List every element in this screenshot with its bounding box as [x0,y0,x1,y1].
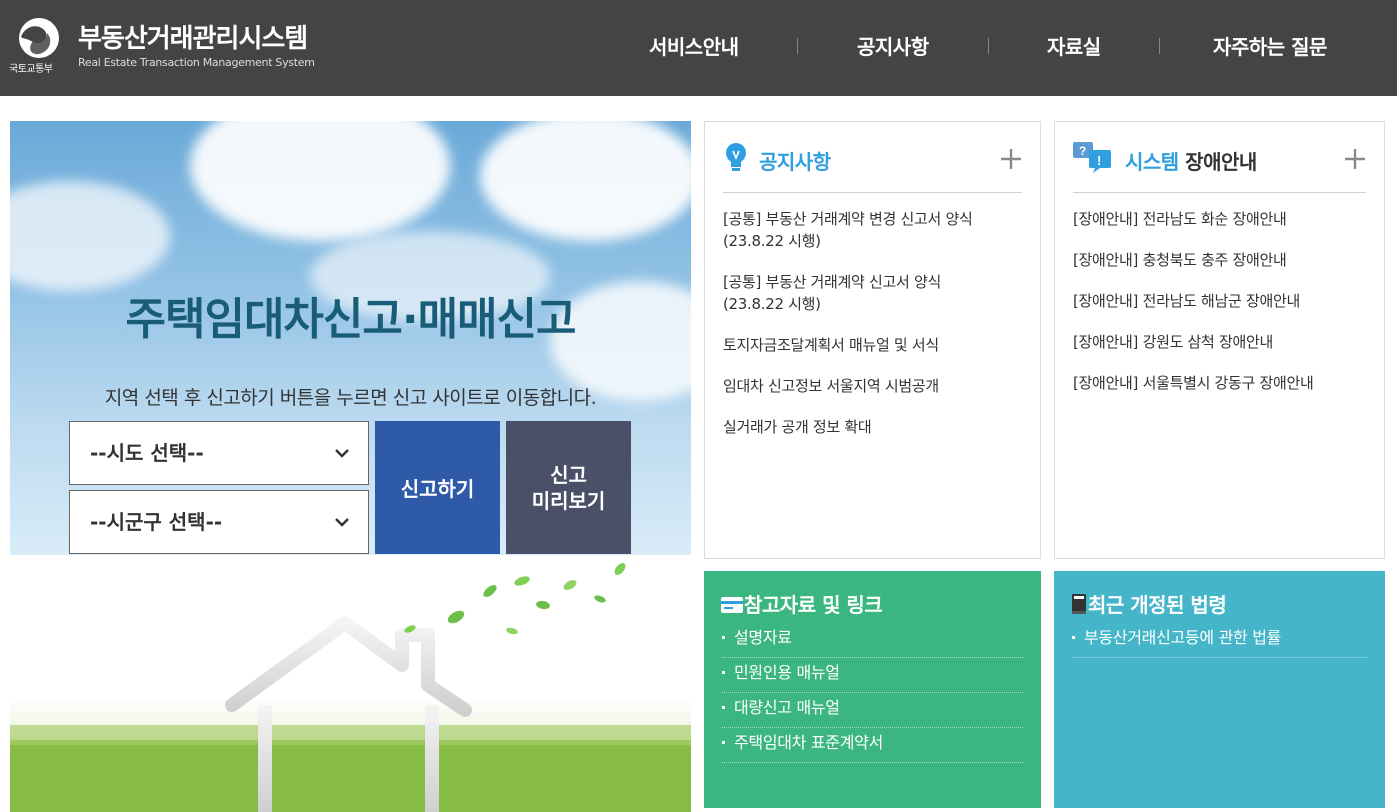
sido-select[interactable]: --시도 선택-- [69,421,369,485]
reference-link[interactable]: 민원인용 매뉴얼 [722,658,1023,693]
ministry-label: 국토교통부 [9,64,53,75]
references-title-text: 참고자료 및 링크 [744,593,883,617]
outage-panel-title[interactable]: 시스템 장애안내 [1125,146,1257,175]
notice-item-date: (23.8.22 시행) [723,232,821,250]
notice-item-text: 토지자금조달계획서 매뉴얼 및 서식 [723,336,939,354]
outage-title-rest: 장애안내 [1185,150,1257,174]
site-subtitle: Real Estate Transaction Management Syste… [78,56,315,69]
outage-panel-header: ? ! 시스템 장애안내 [1073,142,1366,193]
reference-link[interactable]: 주택임대차 표준계약서 [722,728,1023,763]
cloud-decoration [10,181,170,291]
references-list: 설명자료 민원인용 매뉴얼 대량신고 매뉴얼 주택임대차 표준계약서 [722,623,1023,763]
notice-item-text: [공통] 부동산 거래계약 변경 신고서 양식 [723,210,973,228]
notice-panel: 공지사항 [공통] 부동산 거래계약 변경 신고서 양식 (23.8.22 시행… [704,121,1041,559]
outage-panel: ? ! 시스템 장애안내 [장애안내] 전라남도 화순 장애안내 [장애안내] … [1054,121,1385,559]
law-link[interactable]: 부동산거래신고등에 관한 법률 [1072,623,1367,658]
svg-text:!: ! [1097,153,1101,168]
outage-item[interactable]: [장애안내] 충청북도 충주 장애안내 [1073,249,1366,271]
notice-item-text: 임대차 신고정보 서울지역 시범공개 [723,377,939,395]
lightbulb-icon [726,143,746,171]
nav-divider [1159,38,1160,54]
nav-notice[interactable]: 공지사항 [857,31,929,61]
chevron-down-icon [335,518,349,527]
report-preview-button[interactable]: 신고 미리보기 [506,421,631,554]
hero-description: 지역 선택 후 신고하기 버튼을 누르면 신고 사이트로 이동합니다. [104,387,597,409]
outage-item[interactable]: [장애안내] 전라남도 화순 장애안내 [1073,208,1366,230]
nav-divider [797,38,798,54]
site-header: 국토교통부 부동산거래관리시스템 Real Estate Transaction… [0,0,1397,96]
report-preview-label-line1: 신고 [550,462,587,487]
house-field-illustration [10,555,691,812]
sido-select-value: --시도 선택-- [90,441,204,465]
references-panel-title: 참고자료 및 링크 [720,589,883,618]
notice-item[interactable]: 임대차 신고정보 서울지역 시범공개 [723,375,1022,397]
nav-faq[interactable]: 자주하는 질문 [1213,31,1327,61]
report-preview-label-line2: 미리보기 [531,488,606,513]
laws-list: 부동산거래신고등에 관한 법률 [1072,623,1367,658]
book-icon [1072,594,1086,614]
card-icon [721,597,743,613]
government-emblem-icon[interactable] [17,17,61,59]
plus-icon[interactable] [1000,148,1022,170]
notice-item[interactable]: 토지자금조달계획서 매뉴얼 및 서식 [723,334,1022,356]
sigungu-select[interactable]: --시군구 선택-- [69,490,369,554]
chevron-down-icon [335,449,349,458]
outage-item[interactable]: [장애안내] 강원도 삼척 장애안내 [1073,331,1366,353]
notice-item[interactable]: [공통] 부동산 거래계약 신고서 양식 (23.8.22 시행) [723,271,1022,315]
reference-link[interactable]: 설명자료 [722,623,1023,658]
notice-item-text: [공통] 부동산 거래계약 신고서 양식 [723,273,941,291]
plus-icon[interactable] [1344,148,1366,170]
laws-panel-title: 최근 개정된 법령 [1070,589,1227,618]
outage-list: [장애안내] 전라남도 화순 장애안내 [장애안내] 충청북도 충주 장애안내 … [1073,208,1366,413]
hero-title: 주택임대차신고·매매신고 [125,294,577,345]
laws-title-text: 최근 개정된 법령 [1088,593,1227,617]
outage-title-highlight: 시스템 [1125,150,1179,174]
house-outline-graphic [10,563,691,812]
notice-item-text: 실거래가 공개 정보 확대 [723,418,872,436]
notice-panel-header: 공지사항 [723,142,1022,193]
svg-text:?: ? [1079,144,1086,158]
sigungu-select-value: --시군구 선택-- [90,510,223,534]
cloud-decoration [190,121,450,241]
notice-item[interactable]: [공통] 부동산 거래계약 변경 신고서 양식 (23.8.22 시행) [723,208,1022,252]
laws-panel: 최근 개정된 법령 부동산거래신고등에 관한 법률 [1054,571,1385,808]
outage-item[interactable]: [장애안내] 서울특별시 강동구 장애안내 [1073,372,1366,394]
nav-divider [988,38,989,54]
notice-list: [공통] 부동산 거래계약 변경 신고서 양식 (23.8.22 시행) [공통… [723,208,1022,457]
nav-archive[interactable]: 자료실 [1047,31,1101,61]
report-button[interactable]: 신고하기 [375,421,500,554]
question-exclamation-icon: ? ! [1073,142,1111,173]
notice-panel-title[interactable]: 공지사항 [759,146,831,175]
notice-item[interactable]: 실거래가 공개 정보 확대 [723,416,1022,438]
nav-service-info[interactable]: 서비스안내 [649,31,739,61]
reference-link[interactable]: 대량신고 매뉴얼 [722,693,1023,728]
hero-banner: 주택임대차신고·매매신고 지역 선택 후 신고하기 버튼을 누르면 신고 사이트… [10,121,691,555]
notice-item-date: (23.8.22 시행) [723,295,821,313]
outage-item[interactable]: [장애안내] 전라남도 해남군 장애안내 [1073,290,1366,312]
references-panel: 참고자료 및 링크 설명자료 민원인용 매뉴얼 대량신고 매뉴얼 주택임대차 표… [704,571,1041,808]
cloud-decoration [480,121,691,241]
site-title[interactable]: 부동산거래관리시스템 [78,18,308,55]
